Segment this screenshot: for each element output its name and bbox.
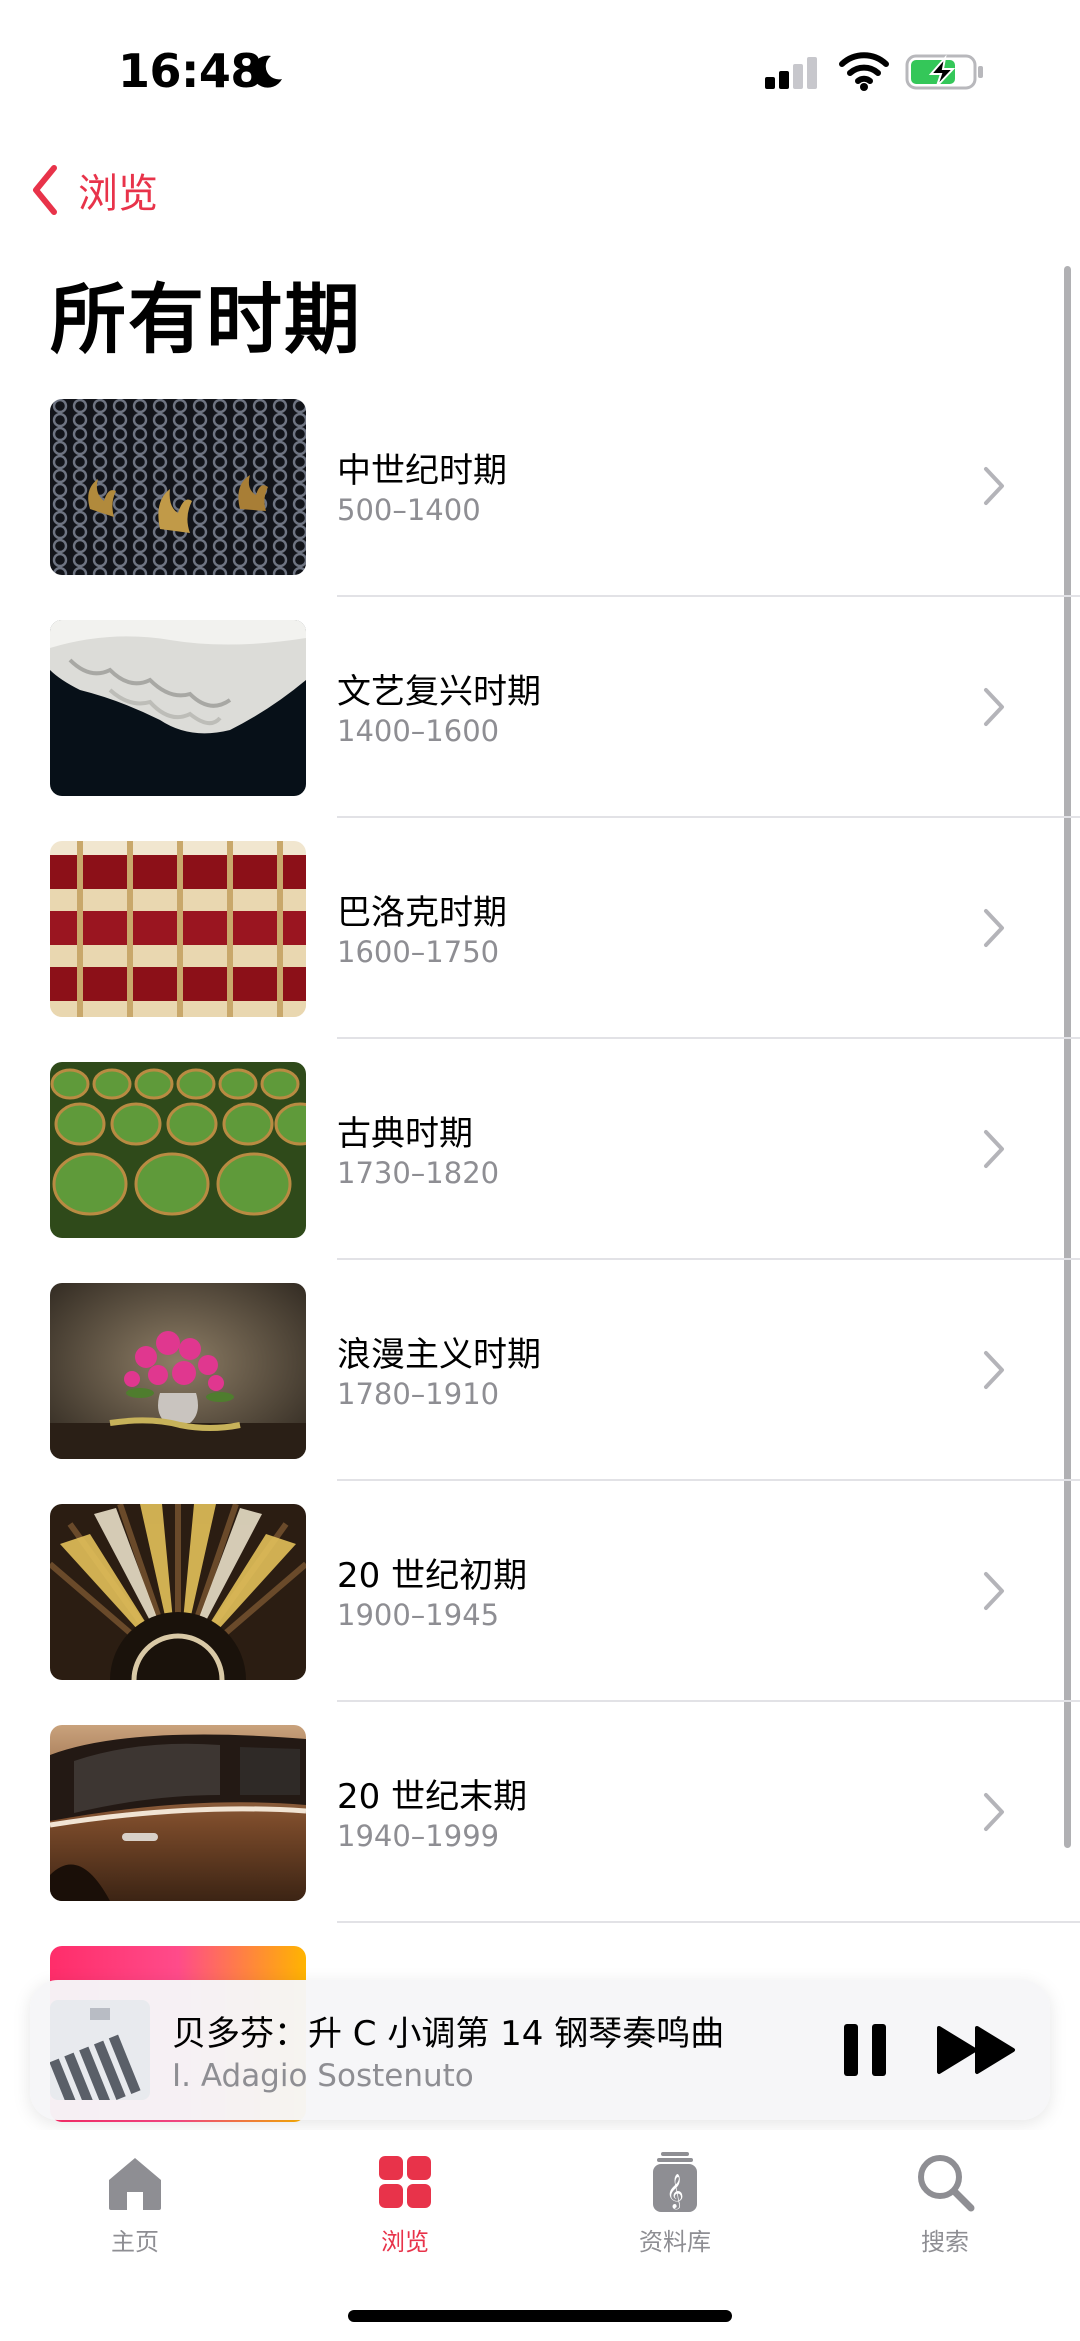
search-icon [918, 2155, 975, 2212]
period-thumbnail [50, 1504, 306, 1680]
period-years: 1940–1999 [337, 1819, 500, 1853]
back-label: 浏览 [78, 171, 158, 217]
list-item[interactable]: 20 世纪末期 1940–1999 [0, 1721, 1080, 1942]
browse-grid-icon [379, 2156, 431, 2208]
svg-text:𝄞: 𝄞 [666, 2174, 684, 2210]
tab-home[interactable]: 主页 [35, 2150, 235, 2257]
chevron-right-icon [984, 688, 1004, 726]
list-item[interactable]: 中世纪时期 500–1400 [0, 395, 1080, 616]
tab-library[interactable]: 𝄞 资料库 [575, 2150, 775, 2257]
period-years: 1900–1945 [337, 1598, 500, 1632]
divider [337, 1258, 1080, 1260]
mini-player[interactable]: 贝多芬：升 C 小调第 14 钢琴奏鸣曲 I. Adagio Sostenuto [30, 1980, 1050, 2120]
list-item[interactable]: 巴洛克时期 1600–1750 [0, 837, 1080, 1058]
skip-forward-button[interactable] [935, 2020, 1019, 2080]
now-playing-title: 贝多芬：升 C 小调第 14 钢琴奏鸣曲 [172, 2014, 725, 2054]
home-indicator[interactable] [348, 2310, 732, 2322]
divider [337, 816, 1080, 818]
chevron-right-icon [984, 1351, 1004, 1389]
status-time: 16:48 [118, 44, 262, 98]
period-title: 古典时期 [337, 1114, 473, 1154]
period-title: 20 世纪初期 [337, 1556, 528, 1596]
pause-icon [844, 2024, 886, 2076]
period-title: 巴洛克时期 [337, 893, 507, 933]
list-item[interactable]: 20 世纪初期 1900–1945 [0, 1500, 1080, 1721]
page-title: 所有时期 [50, 275, 362, 364]
wifi-icon [839, 52, 889, 91]
divider [337, 1700, 1080, 1702]
chevron-right-icon [984, 909, 1004, 947]
period-thumbnail [50, 620, 306, 796]
tab-label: 浏览 [381, 2228, 429, 2256]
list-item[interactable]: 浪漫主义时期 1780–1910 [0, 1279, 1080, 1500]
album-artwork [50, 2000, 150, 2100]
cellular-signal-icon [765, 57, 817, 89]
back-button[interactable]: 浏览 [30, 160, 158, 220]
pause-button[interactable] [836, 2020, 896, 2080]
divider [337, 1037, 1080, 1039]
period-thumbnail [50, 1283, 306, 1459]
home-icon [109, 2158, 161, 2210]
divider [337, 1921, 1080, 1923]
chevron-right-icon [984, 1572, 1004, 1610]
now-playing-subtitle: I. Adagio Sostenuto [172, 2058, 474, 2094]
status-bar: 16:48 [0, 0, 1080, 150]
tab-label: 资料库 [639, 2228, 711, 2256]
divider [337, 595, 1080, 597]
chevron-right-icon [984, 1130, 1004, 1168]
period-years: 1600–1750 [337, 935, 500, 969]
period-title: 文艺复兴时期 [337, 672, 541, 712]
period-title: 中世纪时期 [337, 451, 507, 491]
period-thumbnail [50, 399, 306, 575]
period-years: 1400–1600 [337, 714, 500, 748]
battery-charging-icon [905, 54, 983, 90]
period-thumbnail [50, 1725, 306, 1901]
fast-forward-icon [937, 2026, 1015, 2074]
period-thumbnail [50, 1062, 306, 1238]
divider [337, 1479, 1080, 1481]
chevron-left-icon [33, 165, 57, 215]
period-title: 20 世纪末期 [337, 1777, 528, 1817]
tab-label: 搜索 [921, 2228, 969, 2256]
period-thumbnail [50, 841, 306, 1017]
period-list: 中世纪时期 500–1400 文艺复兴时期 1400–1600 巴洛克时期 16… [0, 395, 1080, 2163]
tab-browse[interactable]: 浏览 [305, 2150, 505, 2257]
tab-label: 主页 [111, 2228, 159, 2256]
chevron-right-icon [984, 1793, 1004, 1831]
period-years: 500–1400 [337, 493, 481, 527]
period-years: 1730–1820 [337, 1156, 500, 1190]
moon-icon [251, 55, 282, 88]
tab-search[interactable]: 搜索 [845, 2150, 1045, 2257]
library-icon: 𝄞 [653, 2152, 697, 2212]
chevron-right-icon [984, 467, 1004, 505]
list-item[interactable]: 文艺复兴时期 1400–1600 [0, 616, 1080, 837]
period-years: 1780–1910 [337, 1377, 500, 1411]
period-title: 浪漫主义时期 [337, 1335, 541, 1375]
list-item[interactable]: 古典时期 1730–1820 [0, 1058, 1080, 1279]
